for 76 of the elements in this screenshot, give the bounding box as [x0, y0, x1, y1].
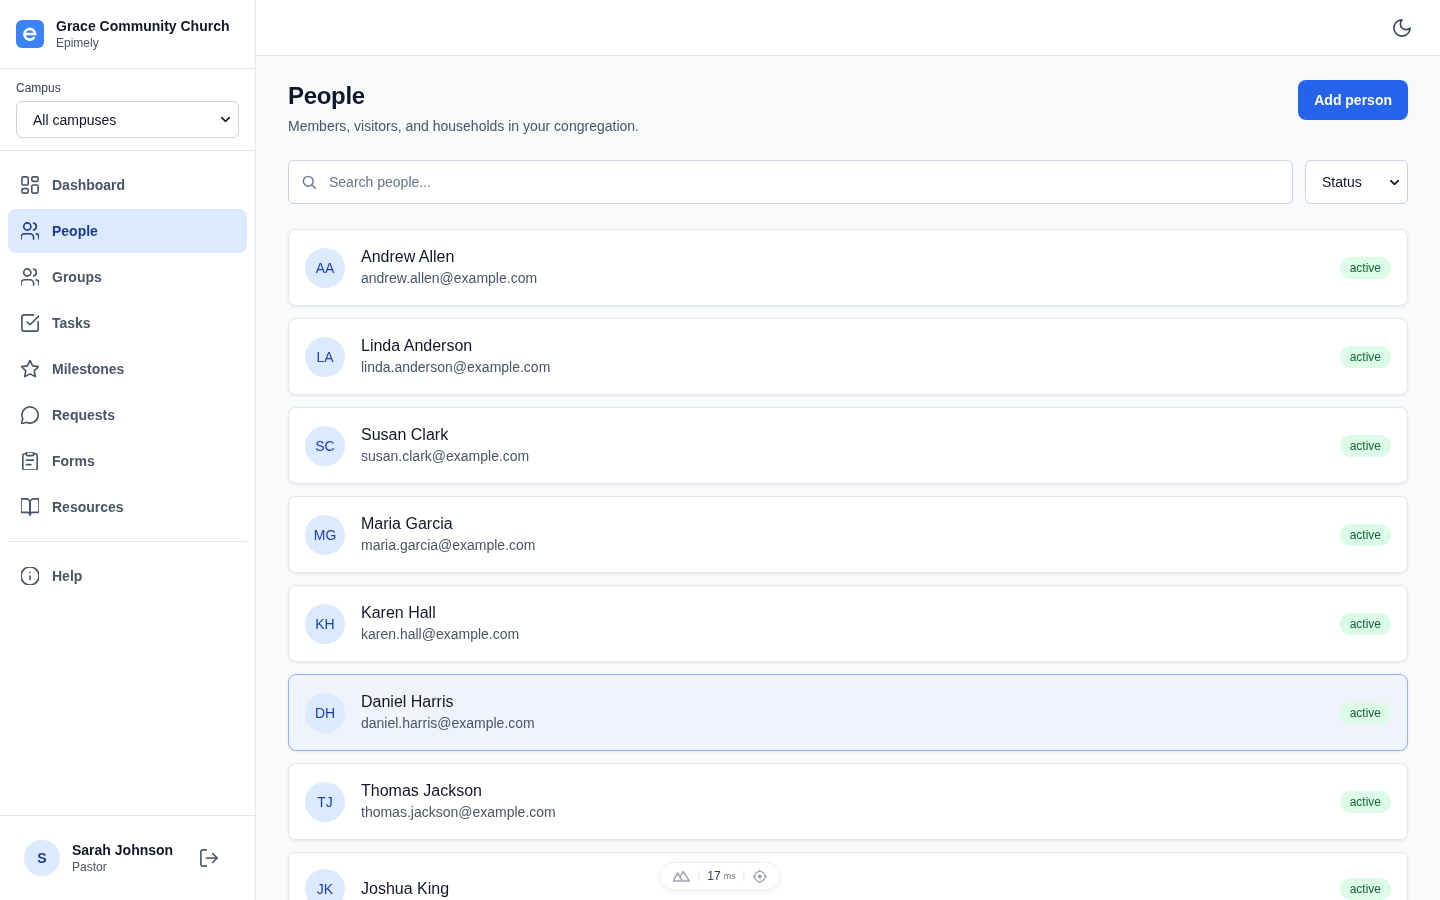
add-person-button[interactable]: Add person: [1298, 80, 1408, 120]
person-card[interactable]: LA Linda Anderson linda.anderson@example.com active: [288, 318, 1408, 395]
nav-item[interactable]: Help: [8, 554, 247, 598]
organization-subtitle: Epimely: [56, 35, 100, 51]
logo-icon: [16, 20, 44, 48]
status-badge: active: [1339, 434, 1391, 457]
status-badge: active: [1339, 878, 1391, 900]
status-badge: active: [1339, 345, 1391, 368]
person-name: Daniel Harris: [361, 692, 455, 712]
person-card[interactable]: DH Daniel Harris daniel.harris@example.com active: [288, 674, 1408, 751]
person-card[interactable]: AA Andrew Allen andrew.allen@example.com active: [288, 229, 1408, 306]
person-name: Andrew Allen: [361, 247, 456, 267]
avatar: TJ: [305, 781, 345, 822]
nav-item[interactable]: Groups: [8, 255, 247, 299]
avatar: MG: [305, 514, 345, 555]
person-card[interactable]: MG Maria Garcia maria.garcia@example.com active: [288, 496, 1408, 573]
avatar: LA: [305, 336, 345, 377]
field-label: Campus: [16, 81, 61, 95]
users-icon: [21, 268, 39, 286]
avatar: JK: [305, 869, 345, 900]
avatar: SC: [305, 425, 345, 466]
logout-icon[interactable]: [200, 849, 218, 867]
person-name: Karen Hall: [361, 603, 437, 623]
users-icon: [21, 222, 39, 240]
info-icon: [21, 567, 39, 585]
checkbox-icon: [21, 314, 39, 332]
avatar: AA: [305, 247, 345, 288]
nav-item[interactable]: Requests: [8, 393, 247, 437]
nav-item[interactable]: Resources: [8, 485, 247, 529]
person-name: Linda Anderson: [361, 336, 474, 356]
star-icon: [21, 360, 39, 378]
avatar: KH: [305, 603, 345, 644]
chevron-down-icon: [1390, 179, 1399, 185]
timing-value: 17: [707, 869, 721, 883]
person-email: susan.clark@example.com: [361, 447, 531, 466]
nav-item[interactable]: Forms: [8, 439, 247, 483]
user-avatar: S: [24, 840, 60, 876]
status-badge: active: [1339, 612, 1391, 635]
moon-icon[interactable]: [1393, 18, 1411, 37]
person-name: Joshua King: [361, 879, 451, 899]
user-name: Sarah Johnson: [72, 841, 175, 859]
search-field[interactable]: Search people...: [288, 160, 1293, 204]
person-card[interactable]: SC Susan Clark susan.clark@example.com active: [288, 407, 1408, 484]
person-card[interactable]: TJ Thomas Jackson thomas.jackson@example.com active: [288, 763, 1408, 840]
grid-icon: [21, 176, 39, 194]
page-title: People: [288, 81, 366, 111]
person-email: daniel.harris@example.com: [361, 714, 536, 733]
search-icon: [302, 175, 316, 189]
clipboard-icon: [21, 452, 39, 470]
person-email: karen.hall@example.com: [361, 625, 521, 644]
timing-unit: ms: [723, 871, 736, 881]
person-name: Susan Clark: [361, 425, 450, 445]
person-name: Maria Garcia: [361, 514, 454, 534]
status-badge: active: [1339, 523, 1391, 546]
person-email: maria.garcia@example.com: [361, 536, 537, 555]
chevron-down-icon: [221, 117, 230, 122]
person-email: thomas.jackson@example.com: [361, 803, 557, 822]
status-badge: active: [1339, 701, 1391, 724]
person-email: andrew.allen@example.com: [361, 269, 539, 288]
book-icon: [21, 498, 39, 516]
campus-select[interactable]: All campuses: [16, 101, 239, 138]
status-badge: active: [1339, 256, 1391, 279]
organization-name: Grace Community Church: [56, 17, 230, 35]
person-card[interactable]: KH Karen Hall karen.hall@example.com active: [288, 585, 1408, 662]
page-subtitle: Members, visitors, and households in your congregation.: [288, 117, 639, 136]
speech-bubble-icon: [21, 406, 39, 424]
avatar: DH: [305, 692, 345, 733]
user-role: Pastor: [72, 859, 108, 875]
person-name: Thomas Jackson: [361, 781, 483, 801]
nav-item[interactable]: People: [8, 209, 247, 253]
nav-item[interactable]: Milestones: [8, 347, 247, 391]
status-select[interactable]: Status: [1305, 160, 1408, 204]
status-badge: active: [1339, 790, 1391, 813]
nav-item[interactable]: Dashboard: [8, 163, 247, 207]
person-email: linda.anderson@example.com: [361, 358, 552, 377]
nav-item[interactable]: Tasks: [8, 301, 247, 345]
